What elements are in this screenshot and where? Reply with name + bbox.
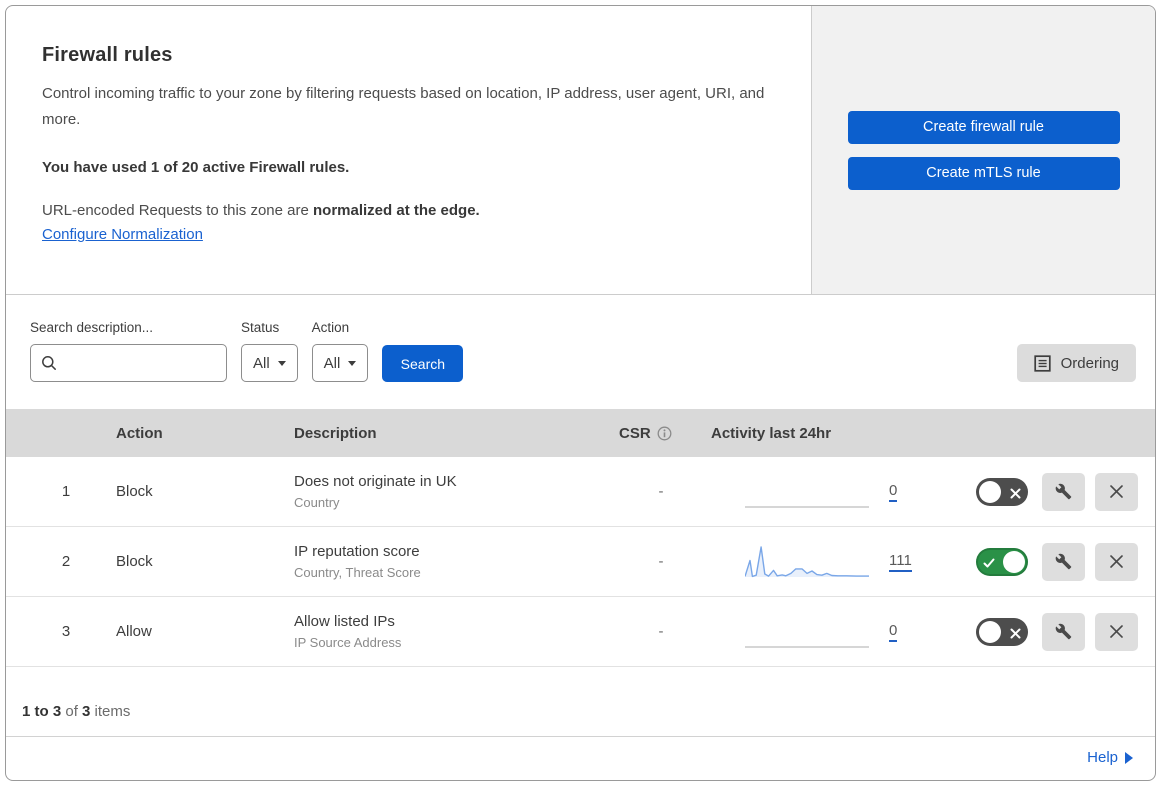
header-section: Firewall rules Control incoming traffic … [6, 6, 1155, 294]
rule-criteria: Country, Threat Score [294, 565, 421, 580]
table-row: 2 Block IP reputation score Country, Thr… [6, 527, 1155, 597]
normalization-plain: URL-encoded Requests to this zone are [42, 201, 313, 219]
edit-rule-button[interactable] [1042, 472, 1085, 511]
create-mtls-rule-button[interactable]: Create mTLS rule [847, 156, 1120, 190]
rule-description: IP reputation score [294, 543, 420, 560]
page-title: Firewall rules [42, 44, 173, 66]
create-firewall-rule-button[interactable]: Create firewall rule [847, 110, 1120, 144]
rule-action: Block [116, 483, 153, 500]
arrow-right-icon [1125, 751, 1133, 764]
rule-priority: 3 [61, 623, 71, 640]
rule-priority: 1 [61, 483, 71, 500]
x-icon [1010, 626, 1021, 644]
rule-description: Does not originate in UK [294, 473, 457, 490]
status-filter-dropdown[interactable]: All [241, 344, 298, 382]
activity-sparkline [745, 645, 869, 648]
action-filter-dropdown[interactable]: All [311, 344, 369, 382]
info-icon[interactable] [657, 426, 672, 441]
close-icon [1109, 484, 1124, 499]
items-count-of: of [61, 703, 83, 720]
rule-criteria: Country [294, 495, 340, 510]
normalization-bold: normalized at the edge. [313, 201, 480, 219]
edit-rule-button[interactable] [1042, 542, 1085, 581]
close-icon [1109, 554, 1124, 569]
search-button[interactable]: Search [382, 345, 464, 382]
rule-priority: 2 [61, 553, 71, 570]
action-filter-label: Action [311, 320, 350, 335]
header-activity: Activity last 24hr [711, 424, 832, 442]
activity-sparkline [745, 505, 869, 508]
configure-normalization-link[interactable]: Configure Normalization [42, 226, 203, 243]
check-icon [983, 556, 995, 574]
header-description: Description [294, 424, 377, 442]
activity-count-link[interactable]: 0 [889, 482, 898, 502]
header-action: Action [116, 424, 163, 442]
help-link-label: Help [1087, 749, 1118, 766]
table-header: Action Description CSR Activity last 24h… [6, 409, 1155, 457]
ordering-button[interactable]: Ordering [1016, 344, 1136, 382]
rule-csr-value: - [658, 553, 664, 570]
rule-csr-value: - [658, 623, 664, 640]
edit-rule-button[interactable] [1042, 612, 1085, 651]
rule-enabled-toggle[interactable] [976, 617, 1028, 646]
rule-description: Allow listed IPs [294, 613, 395, 630]
delete-rule-button[interactable] [1095, 542, 1138, 581]
help-link[interactable]: Help [1087, 749, 1133, 766]
header-csr-label: CSR [619, 424, 651, 442]
ordering-button-label: Ordering [1060, 354, 1119, 372]
table-row: 1 Block Does not originate in UK Country… [6, 457, 1155, 527]
rule-enabled-toggle[interactable] [976, 547, 1028, 576]
chevron-down-icon [277, 360, 286, 366]
wrench-icon [1055, 623, 1072, 640]
rule-action: Allow [116, 623, 152, 640]
toggle-knob [979, 480, 1001, 503]
table-row: 3 Allow Allow listed IPs IP Source Addre… [6, 597, 1155, 667]
intro-description: Control incoming traffic to your zone by… [42, 85, 765, 128]
rule-csr-value: - [658, 483, 664, 500]
filter-bar: Search description... Status All Action [6, 294, 1155, 409]
delete-rule-button[interactable] [1095, 612, 1138, 651]
actions-panel: Create firewall rule Create mTLS rule [811, 6, 1155, 294]
search-label: Search description... [30, 320, 154, 335]
header-csr: CSR [615, 425, 707, 442]
activity-sparkline [745, 545, 869, 577]
normalization-text: URL-encoded Requests to this zone are no… [42, 202, 771, 219]
rule-enabled-toggle[interactable] [976, 477, 1028, 506]
items-count: 1 to 3 of 3 items [6, 667, 1155, 737]
search-input[interactable] [65, 355, 216, 371]
chevron-down-icon [348, 360, 357, 366]
items-count-range: 1 to 3 [22, 703, 62, 720]
toggle-knob [979, 620, 1001, 643]
search-icon [41, 355, 57, 371]
help-row: Help [6, 737, 1155, 780]
rule-criteria: IP Source Address [294, 635, 402, 650]
status-filter-value: All [253, 354, 270, 372]
action-filter-value: All [323, 354, 341, 372]
items-count-label: items [90, 703, 131, 720]
wrench-icon [1055, 483, 1072, 500]
search-input-wrapper [30, 344, 227, 382]
rule-action: Block [116, 553, 153, 570]
intro-panel: Firewall rules Control incoming traffic … [6, 6, 811, 294]
x-icon [1010, 486, 1021, 504]
toggle-knob [1003, 550, 1025, 573]
usage-text: You have used 1 of 20 active Firewall ru… [42, 158, 350, 176]
activity-count-link[interactable]: 111 [889, 552, 912, 572]
status-filter-label: Status [241, 320, 280, 335]
close-icon [1109, 624, 1124, 639]
firewall-rules-card: Firewall rules Control incoming traffic … [5, 5, 1156, 781]
delete-rule-button[interactable] [1095, 472, 1138, 511]
wrench-icon [1055, 553, 1072, 570]
activity-count-link[interactable]: 0 [889, 622, 898, 642]
list-document-icon [1033, 354, 1051, 372]
